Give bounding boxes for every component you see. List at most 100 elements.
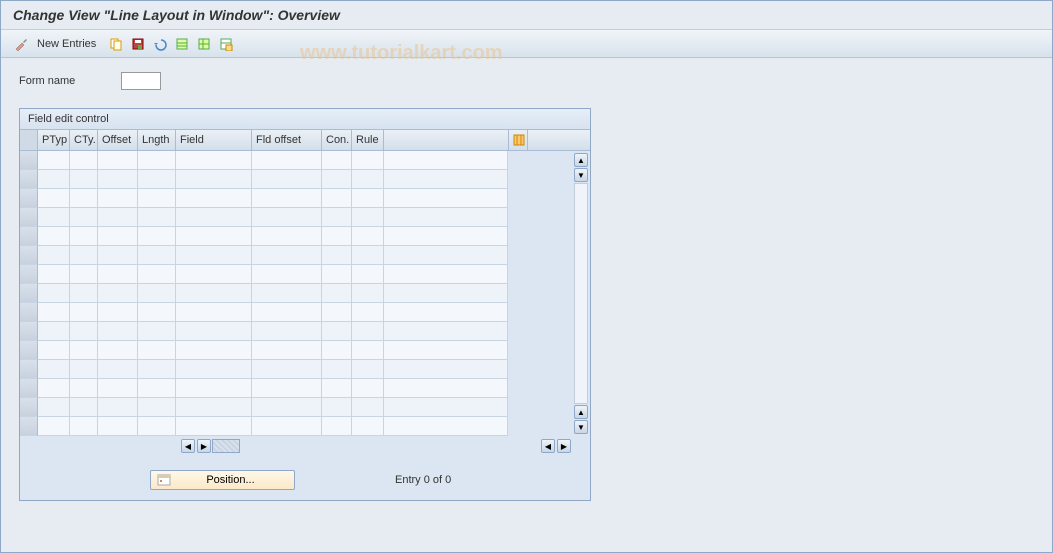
cell-con[interactable] xyxy=(322,341,352,360)
cell-fldoff[interactable] xyxy=(252,379,322,398)
cell-rule[interactable] xyxy=(352,151,384,170)
row-selector[interactable] xyxy=(20,189,38,208)
cell-rule[interactable] xyxy=(352,227,384,246)
cell-fldoff[interactable] xyxy=(252,417,322,436)
hscroll-left-icon[interactable]: ◀ xyxy=(181,439,195,453)
cell-rule[interactable] xyxy=(352,265,384,284)
cell-field[interactable] xyxy=(176,417,252,436)
cell-fldoff[interactable] xyxy=(252,303,322,322)
cell-con[interactable] xyxy=(322,379,352,398)
cell-ptyp[interactable] xyxy=(38,151,70,170)
cell-rule[interactable] xyxy=(352,379,384,398)
scroll-down-small-icon[interactable]: ▼ xyxy=(574,168,588,182)
row-selector[interactable] xyxy=(20,151,38,170)
cell-fldoff[interactable] xyxy=(252,227,322,246)
cell-spacer[interactable] xyxy=(384,303,508,322)
cell-rule[interactable] xyxy=(352,417,384,436)
cell-offset[interactable] xyxy=(98,208,138,227)
undo-icon[interactable] xyxy=(150,34,170,54)
cell-rule[interactable] xyxy=(352,360,384,379)
position-button[interactable]: Position... xyxy=(150,470,295,490)
cell-cty[interactable] xyxy=(70,360,98,379)
cell-con[interactable] xyxy=(322,303,352,322)
cell-field[interactable] xyxy=(176,151,252,170)
cell-offset[interactable] xyxy=(98,398,138,417)
cell-cty[interactable] xyxy=(70,246,98,265)
cell-fldoff[interactable] xyxy=(252,398,322,417)
table-row[interactable] xyxy=(20,379,508,398)
cell-fldoff[interactable] xyxy=(252,322,322,341)
col-ptyp[interactable]: PTyp xyxy=(38,130,70,150)
table-row[interactable] xyxy=(20,227,508,246)
cell-offset[interactable] xyxy=(98,360,138,379)
col-con[interactable]: Con. xyxy=(322,130,352,150)
cell-con[interactable] xyxy=(322,189,352,208)
cell-cty[interactable] xyxy=(70,208,98,227)
cell-lngth[interactable] xyxy=(138,303,176,322)
vscroll-track[interactable] xyxy=(574,183,588,404)
table-row[interactable] xyxy=(20,417,508,436)
cell-offset[interactable] xyxy=(98,246,138,265)
cell-spacer[interactable] xyxy=(384,341,508,360)
cell-lngth[interactable] xyxy=(138,341,176,360)
row-selector[interactable] xyxy=(20,379,38,398)
cell-cty[interactable] xyxy=(70,379,98,398)
cell-spacer[interactable] xyxy=(384,265,508,284)
cell-offset[interactable] xyxy=(98,151,138,170)
cell-ptyp[interactable] xyxy=(38,322,70,341)
cell-fldoff[interactable] xyxy=(252,265,322,284)
cell-rule[interactable] xyxy=(352,246,384,265)
cell-field[interactable] xyxy=(176,303,252,322)
cell-field[interactable] xyxy=(176,227,252,246)
select-all-icon[interactable] xyxy=(172,34,192,54)
cell-spacer[interactable] xyxy=(384,227,508,246)
cell-fldoff[interactable] xyxy=(252,341,322,360)
cell-ptyp[interactable] xyxy=(38,246,70,265)
scroll-up-small2-icon[interactable]: ▲ xyxy=(574,405,588,419)
table-row[interactable] xyxy=(20,398,508,417)
cell-spacer[interactable] xyxy=(384,284,508,303)
col-lngth[interactable]: Lngth xyxy=(138,130,176,150)
cell-field[interactable] xyxy=(176,170,252,189)
table-row[interactable] xyxy=(20,189,508,208)
cell-field[interactable] xyxy=(176,189,252,208)
cell-con[interactable] xyxy=(322,322,352,341)
cell-field[interactable] xyxy=(176,246,252,265)
cell-field[interactable] xyxy=(176,208,252,227)
configure-columns-icon[interactable] xyxy=(508,130,528,150)
cell-fldoff[interactable] xyxy=(252,189,322,208)
cell-lngth[interactable] xyxy=(138,189,176,208)
row-selector[interactable] xyxy=(20,208,38,227)
hscroll-right-icon[interactable]: ▶ xyxy=(197,439,211,453)
pencil-wrench-icon[interactable] xyxy=(11,34,31,54)
cell-field[interactable] xyxy=(176,341,252,360)
table-row[interactable] xyxy=(20,265,508,284)
cell-con[interactable] xyxy=(322,208,352,227)
cell-ptyp[interactable] xyxy=(38,265,70,284)
cell-cty[interactable] xyxy=(70,170,98,189)
table-row[interactable] xyxy=(20,246,508,265)
cell-offset[interactable] xyxy=(98,379,138,398)
hscroll-right2-icon[interactable]: ▶ xyxy=(557,439,571,453)
cell-cty[interactable] xyxy=(70,151,98,170)
cell-con[interactable] xyxy=(322,265,352,284)
row-selector[interactable] xyxy=(20,303,38,322)
cell-fldoff[interactable] xyxy=(252,360,322,379)
cell-fldoff[interactable] xyxy=(252,246,322,265)
cell-con[interactable] xyxy=(322,360,352,379)
cell-ptyp[interactable] xyxy=(38,398,70,417)
cell-offset[interactable] xyxy=(98,265,138,284)
cell-ptyp[interactable] xyxy=(38,189,70,208)
cell-fldoff[interactable] xyxy=(252,208,322,227)
cell-field[interactable] xyxy=(176,265,252,284)
cell-con[interactable] xyxy=(322,398,352,417)
cell-lngth[interactable] xyxy=(138,227,176,246)
scroll-down-icon[interactable]: ▼ xyxy=(574,420,588,434)
cell-spacer[interactable] xyxy=(384,170,508,189)
row-selector[interactable] xyxy=(20,265,38,284)
col-fld-offset[interactable]: Fld offset xyxy=(252,130,322,150)
cell-spacer[interactable] xyxy=(384,208,508,227)
row-selector[interactable] xyxy=(20,341,38,360)
table-row[interactable] xyxy=(20,341,508,360)
cell-offset[interactable] xyxy=(98,227,138,246)
